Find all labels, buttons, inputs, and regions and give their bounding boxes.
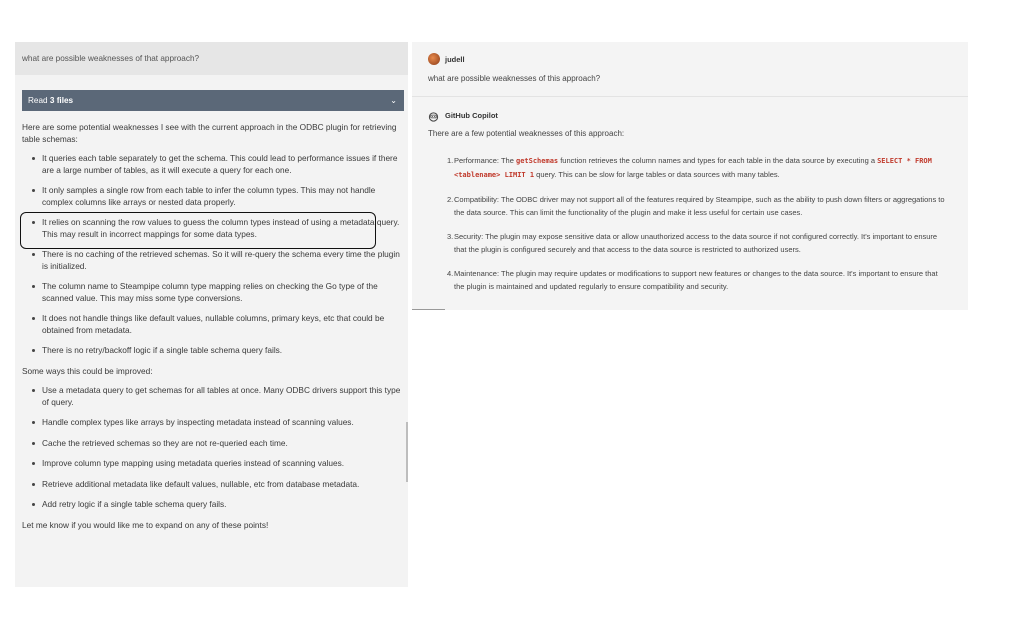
list-item: Retrieve additional metadata like defaul… xyxy=(32,479,404,491)
list-item: Add retry logic if a single table schema… xyxy=(32,499,404,511)
read-files-count: 3 files xyxy=(49,96,74,105)
read-files-prefix: Read xyxy=(28,96,50,105)
text-span: query. This can be slow for large tables… xyxy=(534,170,780,179)
list-item: 3. Security: The plugin may expose sensit… xyxy=(430,230,950,256)
right-chat-panel: judell what are possible weaknesses of t… xyxy=(412,42,968,310)
list-item: It only samples a single row from each t… xyxy=(32,185,404,208)
list-item: Use a metadata query to get schemas for … xyxy=(32,385,404,408)
list-number: 3. xyxy=(447,232,454,241)
list-item: Handle complex types like arrays by insp… xyxy=(32,417,404,429)
list-item: 2. Compatibility: The ODBC driver may not… xyxy=(430,193,950,219)
avatar xyxy=(428,53,440,65)
response-closing: Let me know if you would like me to expa… xyxy=(22,519,269,530)
inline-code: getSchemas xyxy=(515,157,559,165)
scrollbar[interactable] xyxy=(406,422,408,482)
left-chat-panel: what are possible weaknesses of that app… xyxy=(15,42,408,587)
list-item: It queries each table separately to get … xyxy=(32,153,404,176)
text-span: Maintenance: The plugin may require upda… xyxy=(454,269,938,291)
chevron-down-icon[interactable]: ⌄ xyxy=(390,90,397,111)
list-item: Cache the retrieved schemas so they are … xyxy=(32,438,404,450)
improve-heading: Some ways this could be improved: xyxy=(22,365,153,376)
list-number: 2. xyxy=(447,195,454,204)
list-item: The column name to Steampipe column type… xyxy=(32,281,404,304)
response-intro: Here are some potential weaknesses I see… xyxy=(22,122,397,144)
highlighted-list-item: It relies on scanning the row values to … xyxy=(20,212,404,249)
copilot-icon xyxy=(428,112,439,122)
text-span: Compatibility: The ODBC driver may not s… xyxy=(454,195,945,217)
user-message-block: judell what are possible weaknesses of t… xyxy=(412,42,968,97)
copilot-intro: There are a few potential weaknesses of … xyxy=(428,129,625,138)
user-name: judell xyxy=(445,55,465,64)
weaknesses-list: It queries each table separately to get … xyxy=(20,153,404,357)
user-question: what are possible weaknesses of that app… xyxy=(15,42,408,75)
divider xyxy=(412,309,445,310)
list-item: There is no retry/backoff logic if a sin… xyxy=(32,345,404,357)
list-item: 1. Performance: The getSchemas function r… xyxy=(430,154,950,182)
copilot-weaknesses-list: 1. Performance: The getSchemas function r… xyxy=(430,154,950,304)
list-item: Improve column type mapping using metada… xyxy=(32,458,404,470)
list-number: 4. xyxy=(447,269,454,278)
list-number: 1. xyxy=(447,156,454,165)
improvements-list: Use a metadata query to get schemas for … xyxy=(22,385,404,511)
text-span: function retrieves the column names and … xyxy=(558,156,878,165)
assistant-response: Here are some potential weaknesses I see… xyxy=(20,122,404,539)
copilot-name: GitHub Copilot xyxy=(445,111,498,120)
list-item: 4. Maintenance: The plugin may require up… xyxy=(430,267,950,293)
read-files-toggle[interactable]: Read 3 files ⌄ xyxy=(22,90,404,111)
user-message: what are possible weaknesses of this app… xyxy=(428,74,601,83)
list-item: There is no caching of the retrieved sch… xyxy=(32,249,404,272)
list-item: It does not handle things like default v… xyxy=(32,313,404,336)
text-span: Security: The plugin may expose sensitiv… xyxy=(454,232,938,254)
text-span: Performance: The xyxy=(454,156,516,165)
